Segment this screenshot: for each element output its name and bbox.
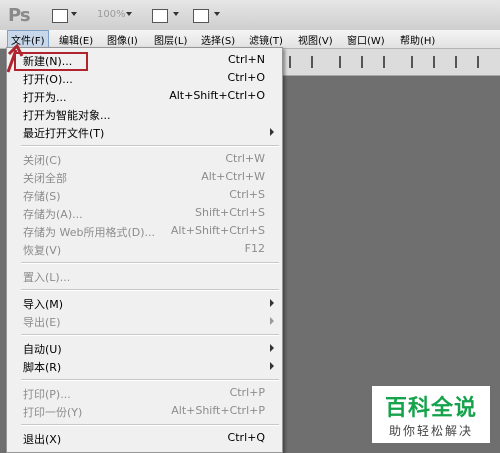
menu-item-shortcut: Ctrl+N bbox=[227, 53, 265, 66]
menu-item-revert[interactable]: 恢复(V) F12 bbox=[7, 240, 282, 258]
watermark-title: 百科全说 bbox=[384, 396, 477, 421]
menu-window[interactable]: 窗口(W) bbox=[347, 32, 385, 47]
menu-item-open[interactable]: 打开(O)... Ctrl+O bbox=[7, 69, 282, 87]
menu-item-automate[interactable]: 自动(U) bbox=[7, 339, 282, 357]
menu-item-label: 打开为... bbox=[23, 91, 67, 104]
menu-item-label: 打开(O)... bbox=[23, 73, 73, 86]
menu-item-label: 存储为 Web所用格式(D)... bbox=[23, 226, 156, 239]
menu-item-label: 关闭(C) bbox=[23, 154, 62, 167]
menu-item-shortcut: Alt+Shift+Ctrl+P bbox=[171, 404, 265, 417]
menu-item-exit[interactable]: 退出(X) Ctrl+Q bbox=[7, 429, 282, 447]
menu-item-label: 置入(L)... bbox=[23, 271, 71, 284]
menu-item-open-recent[interactable]: 最近打开文件(T) bbox=[7, 123, 282, 141]
menu-separator bbox=[21, 145, 279, 147]
menu-item-open-as-smart-object[interactable]: 打开为智能对象... bbox=[7, 105, 282, 123]
menu-item-label: 导入(M) bbox=[23, 298, 64, 311]
menu-item-label: 恢复(V) bbox=[23, 244, 62, 257]
menu-item-label: 打开为智能对象... bbox=[23, 109, 111, 122]
distribute-top-icon[interactable] bbox=[411, 56, 423, 68]
menu-item-label: 打印(P)... bbox=[23, 388, 71, 401]
align-bottom-icon[interactable] bbox=[339, 56, 351, 68]
submenu-arrow-icon bbox=[270, 344, 274, 352]
zoom-level[interactable]: 100% bbox=[97, 9, 126, 20]
distribute-middle-icon[interactable] bbox=[433, 56, 445, 68]
submenu-arrow-icon bbox=[270, 299, 274, 307]
menu-item-label: 导出(E) bbox=[23, 316, 61, 329]
file-menu-dropdown: 新建(N)... Ctrl+N 打开(O)... Ctrl+O 打开为... A… bbox=[6, 47, 283, 453]
menu-item-label: 脚本(R) bbox=[23, 361, 62, 374]
menu-select[interactable]: 选择(S) bbox=[201, 32, 235, 47]
menu-filter[interactable]: 滤镜(T) bbox=[249, 32, 283, 47]
menu-item-import[interactable]: 导入(M) bbox=[7, 294, 282, 312]
menu-separator bbox=[21, 334, 279, 336]
align-middle-icon[interactable] bbox=[311, 56, 323, 68]
align-left-icon[interactable] bbox=[361, 56, 373, 68]
menu-image[interactable]: 图像(I) bbox=[107, 32, 138, 47]
menu-item-shortcut: Ctrl+W bbox=[225, 152, 265, 165]
photoshop-logo: Ps bbox=[8, 5, 31, 26]
menu-item-shortcut: Alt+Shift+Ctrl+S bbox=[170, 224, 265, 237]
menu-item-shortcut: Ctrl+O bbox=[227, 71, 265, 84]
options-bar bbox=[283, 49, 500, 76]
menu-item-open-as[interactable]: 打开为... Alt+Shift+Ctrl+O bbox=[7, 87, 282, 105]
menu-item-print[interactable]: 打印(P)... Ctrl+P bbox=[7, 384, 282, 402]
menu-item-save-as[interactable]: 存储为(A)... Shift+Ctrl+S bbox=[7, 204, 282, 222]
menu-item-close-all[interactable]: 关闭全部 Alt+Ctrl+W bbox=[7, 168, 282, 186]
menu-separator bbox=[21, 424, 279, 426]
annotation-arrow-icon bbox=[6, 44, 24, 73]
menu-item-save-for-web[interactable]: 存储为 Web所用格式(D)... Alt+Shift+Ctrl+S bbox=[7, 222, 282, 240]
menu-edit[interactable]: 编辑(E) bbox=[59, 32, 93, 47]
distribute-bottom-icon[interactable] bbox=[455, 56, 467, 68]
menu-item-label: 存储为(A)... bbox=[23, 208, 83, 221]
menu-item-shortcut: Alt+Ctrl+W bbox=[201, 170, 265, 183]
menu-item-shortcut: Ctrl+Q bbox=[227, 431, 265, 444]
submenu-arrow-icon bbox=[270, 317, 274, 325]
chevron-down-icon[interactable] bbox=[126, 12, 132, 16]
menu-item-scripts[interactable]: 脚本(R) bbox=[7, 357, 282, 375]
menu-item-shortcut: Shift+Ctrl+S bbox=[195, 206, 265, 219]
menu-item-print-one-copy[interactable]: 打印一份(Y) Alt+Shift+Ctrl+P bbox=[7, 402, 282, 420]
menu-item-label: 存储(S) bbox=[23, 190, 61, 203]
menu-separator bbox=[21, 379, 279, 381]
menu-item-label: 退出(X) bbox=[23, 433, 62, 446]
chevron-down-icon[interactable] bbox=[71, 12, 77, 16]
align-center-icon[interactable] bbox=[383, 56, 395, 68]
menu-item-shortcut: F12 bbox=[244, 242, 265, 255]
chevron-down-icon[interactable] bbox=[173, 12, 179, 16]
menu-item-label: 自动(U) bbox=[23, 343, 62, 356]
menu-item-shortcut: Ctrl+S bbox=[229, 188, 265, 201]
menu-view[interactable]: 视图(V) bbox=[298, 32, 333, 47]
menu-item-shortcut: Ctrl+P bbox=[229, 386, 265, 399]
menu-item-shortcut: Alt+Shift+Ctrl+O bbox=[169, 89, 265, 102]
menu-item-label: 打印一份(Y) bbox=[23, 406, 83, 419]
bridge-icon[interactable] bbox=[52, 9, 68, 23]
menu-separator bbox=[21, 262, 279, 264]
menu-help[interactable]: 帮助(H) bbox=[400, 32, 435, 47]
menu-item-place[interactable]: 置入(L)... bbox=[7, 267, 282, 285]
watermark: 百科全说 助你轻松解决 bbox=[372, 386, 490, 443]
menu-item-close[interactable]: 关闭(C) Ctrl+W bbox=[7, 150, 282, 168]
distribute-left-icon[interactable] bbox=[477, 56, 489, 68]
application-bar: Ps 100% bbox=[0, 0, 500, 33]
menu-item-export[interactable]: 导出(E) bbox=[7, 312, 282, 330]
chevron-down-icon[interactable] bbox=[214, 12, 220, 16]
submenu-arrow-icon bbox=[270, 362, 274, 370]
menu-separator bbox=[21, 289, 279, 291]
watermark-subtitle: 助你轻松解决 bbox=[388, 424, 473, 438]
screen-mode-icon[interactable] bbox=[193, 9, 209, 23]
arrange-documents-icon[interactable] bbox=[152, 9, 168, 23]
menu-item-save[interactable]: 存储(S) Ctrl+S bbox=[7, 186, 282, 204]
submenu-arrow-icon bbox=[270, 128, 274, 136]
menu-item-label: 最近打开文件(T) bbox=[23, 127, 105, 140]
menu-item-label: 关闭全部 bbox=[23, 172, 67, 185]
menu-layer[interactable]: 图层(L) bbox=[154, 32, 187, 47]
align-top-icon[interactable] bbox=[289, 56, 301, 68]
